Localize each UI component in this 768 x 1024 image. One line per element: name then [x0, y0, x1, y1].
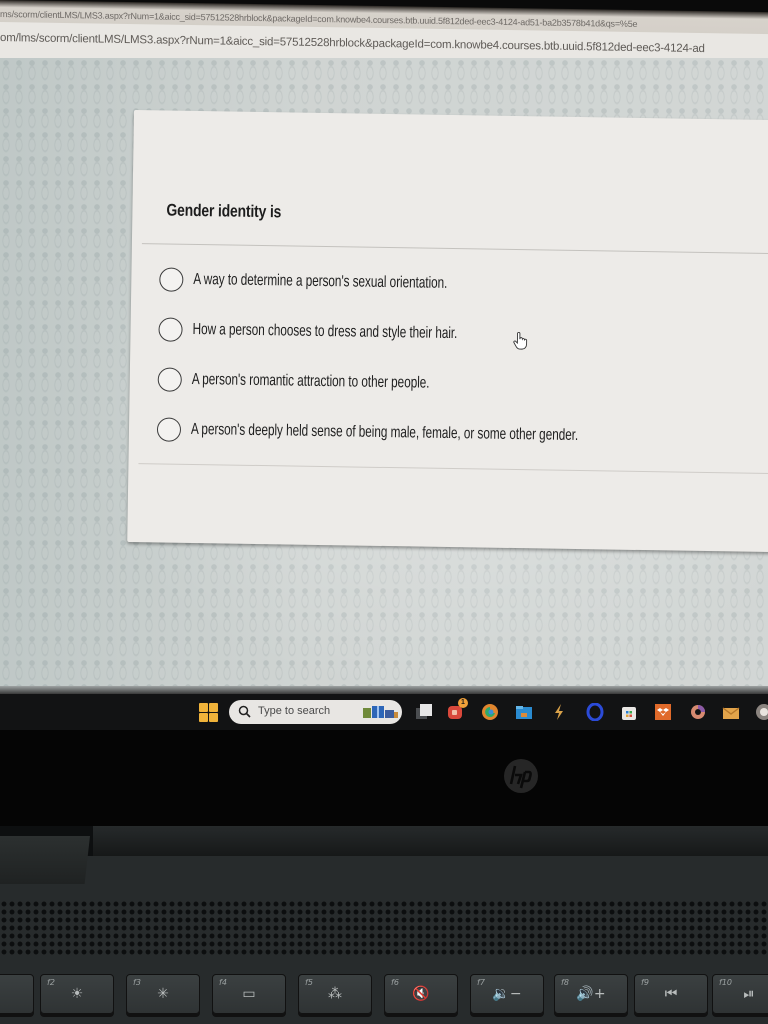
key-f4[interactable]: f4 ▭ — [212, 974, 286, 1014]
windows-logo-icon — [199, 713, 208, 722]
edge-icon[interactable] — [481, 703, 499, 721]
system-tray-app-icon[interactable] — [755, 703, 768, 721]
taskbar: Type to search 1 — [0, 694, 768, 730]
laptop-bezel — [0, 730, 768, 830]
video-chat-app[interactable]: 1 — [447, 698, 468, 721]
dropbox-icon[interactable] — [654, 703, 672, 721]
previous-track-icon: ⏮ — [664, 986, 678, 1002]
store-icon[interactable] — [620, 703, 638, 721]
key-f1[interactable] — [0, 974, 34, 1014]
radio-button[interactable] — [157, 367, 182, 392]
question-title: Gender identity is — [166, 200, 282, 222]
mute-icon: 🔇 — [412, 986, 430, 1002]
copilot-icon[interactable] — [689, 703, 707, 721]
quiz-card: Gender identity is A way to determine a … — [127, 110, 768, 553]
radio-button[interactable] — [159, 267, 184, 292]
hand-pointer-cursor-icon — [513, 331, 528, 350]
opera-icon[interactable] — [586, 703, 604, 721]
brightness-up-icon: ✳ — [157, 986, 169, 1002]
windows-logo-icon — [209, 703, 218, 712]
speaker-grille — [0, 900, 768, 956]
search-highlight-gifts-icon — [363, 706, 398, 718]
radio-button[interactable] — [158, 317, 183, 342]
windows-logo-icon — [209, 713, 218, 722]
laptop-hinge-left — [0, 836, 90, 884]
laptop-hinge-bar — [93, 826, 768, 856]
keyboard-backlight-icon: ⁂ — [328, 986, 342, 1002]
volume-down-icon: 🔉− — [492, 986, 522, 1002]
answer-option-label[interactable]: A way to determine a person's sexual ori… — [193, 271, 447, 293]
answer-option[interactable]: A person's deeply held sense of being ma… — [156, 417, 757, 450]
key-f3[interactable]: f3 ✳ — [126, 974, 200, 1014]
divider — [141, 243, 768, 255]
answer-option-label[interactable]: How a person chooses to dress and style … — [192, 321, 457, 343]
answer-option-label[interactable]: A person's deeply held sense of being ma… — [191, 421, 578, 445]
search-icon — [238, 705, 251, 718]
answer-option[interactable]: How a person chooses to dress and style … — [158, 317, 758, 350]
address-bar-url[interactable]: om/lms/scorm/clientLMS/LMS3.aspx?rNum=1&… — [0, 32, 705, 55]
answer-option-label[interactable]: A person's romantic attraction to other … — [192, 371, 430, 393]
display-switch-icon: ▭ — [242, 986, 256, 1002]
key-f9[interactable]: f9 ⏮ — [634, 974, 708, 1014]
function-key-row: f2 ☀ f3 ✳ f4 ▭ f5 ⁂ f6 🔇 f7 🔉− f8 🔊+ f9 … — [0, 974, 768, 1020]
lightning-icon[interactable] — [550, 703, 568, 721]
taskbar-search-box[interactable]: Type to search — [229, 700, 402, 724]
answer-option[interactable]: A way to determine a person's sexual ori… — [159, 267, 759, 300]
notification-badge: 1 — [458, 698, 468, 708]
windows-logo-icon — [199, 703, 208, 712]
folder-icon[interactable] — [515, 703, 533, 721]
key-f7[interactable]: f7 🔉− — [470, 974, 544, 1014]
brightness-down-icon: ☀ — [70, 986, 84, 1002]
key-f10[interactable]: f10 ⏯ — [712, 974, 768, 1014]
task-view-icon[interactable] — [415, 703, 433, 721]
key-f5[interactable]: f5 ⁂ — [298, 974, 372, 1014]
radio-button[interactable] — [156, 417, 182, 442]
search-placeholder[interactable]: Type to search — [258, 705, 330, 717]
screen-edge — [0, 686, 768, 694]
key-f6[interactable]: f6 🔇 — [384, 974, 458, 1014]
hp-logo-icon — [504, 759, 538, 793]
answer-options: A way to determine a person's sexual ori… — [156, 267, 759, 476]
mail-icon[interactable] — [722, 703, 740, 721]
volume-up-icon: 🔊+ — [576, 986, 606, 1002]
play-pause-icon: ⏯ — [743, 986, 755, 1002]
answer-option[interactable]: A person's romantic attraction to other … — [157, 367, 758, 400]
windows-start-button[interactable] — [199, 703, 218, 722]
key-f2[interactable]: f2 ☀ — [40, 974, 114, 1014]
key-f8[interactable]: f8 🔊+ — [554, 974, 628, 1014]
